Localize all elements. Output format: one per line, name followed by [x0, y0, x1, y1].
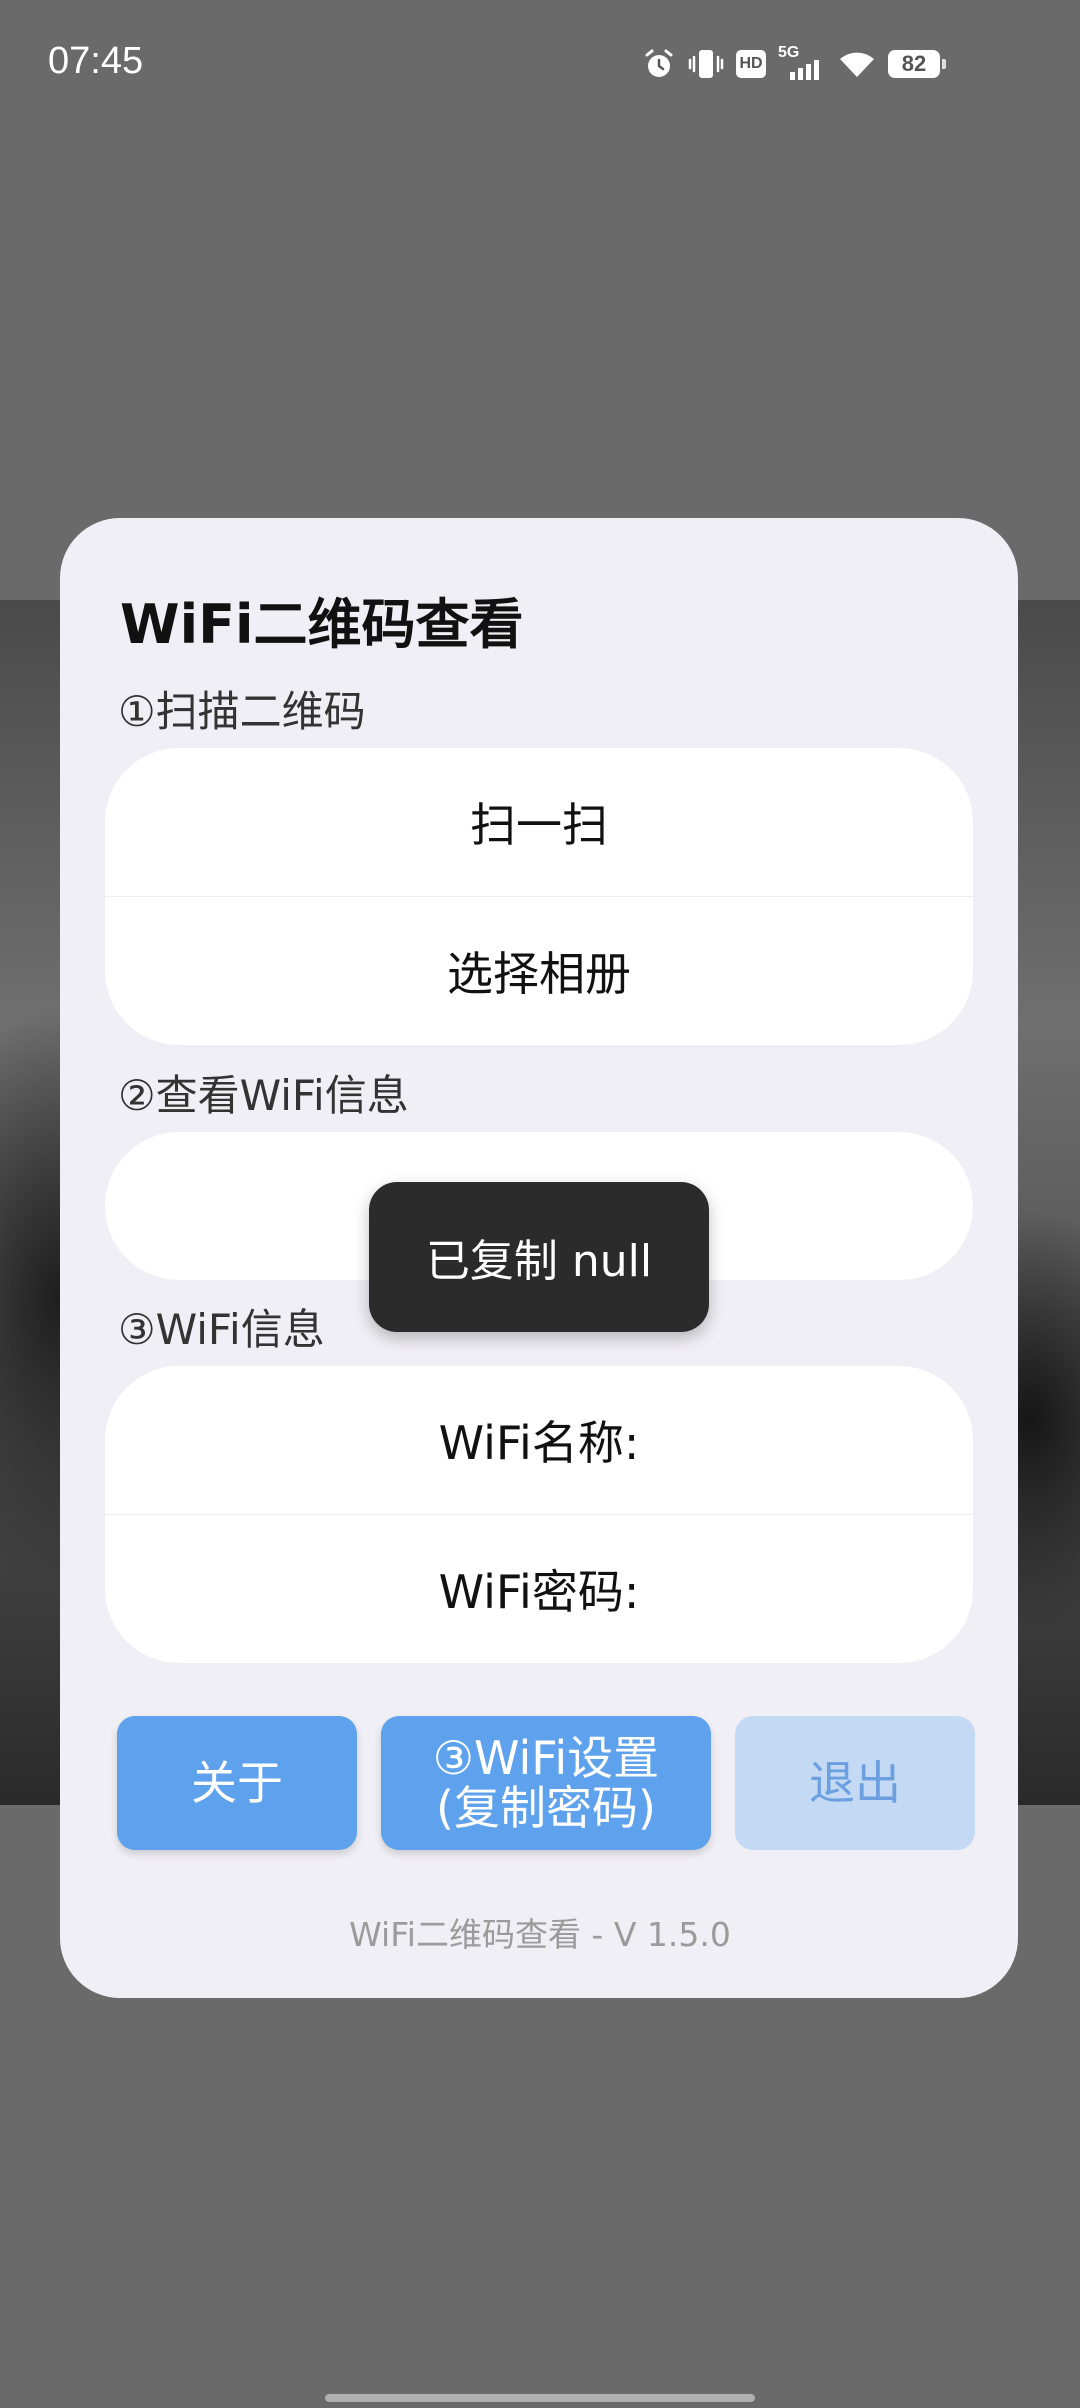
hd-icon: HD	[736, 50, 766, 78]
status-icons: HD 5G 82	[642, 44, 946, 84]
dialog-title: WiFi二维码查看	[120, 593, 524, 656]
choose-album-button[interactable]: 选择相册	[105, 897, 973, 1045]
wifi-password-row[interactable]: WiFi密码:	[105, 1515, 973, 1663]
copied-toast: 已复制 null	[369, 1182, 709, 1332]
scan-section-label: ①扫描二维码	[118, 687, 366, 736]
signal-5g-icon: 5G	[778, 44, 826, 82]
home-indicator[interactable]	[325, 2394, 755, 2402]
wifi-settings-label-line2: (复制密码)	[436, 1781, 656, 1835]
info-section-label: ③WiFi信息	[118, 1305, 325, 1354]
about-button[interactable]: 关于	[117, 1716, 357, 1850]
exit-button[interactable]: 退出	[735, 1716, 975, 1850]
view-section-label: ②查看WiFi信息	[118, 1071, 409, 1120]
battery-icon: 82	[888, 50, 946, 78]
vibrate-icon	[688, 47, 724, 81]
status-bar: 07:45 HD 5G 82	[0, 0, 1080, 130]
wifi-settings-button[interactable]: ③WiFi设置 (复制密码)	[381, 1716, 711, 1850]
status-time: 07:45	[48, 40, 144, 82]
version-footer: WiFi二维码查看 - V 1.5.0	[349, 1915, 731, 1954]
wifi-icon	[838, 49, 876, 79]
alarm-icon	[642, 47, 676, 81]
wifi-settings-label-line1: ③WiFi设置	[432, 1731, 660, 1785]
scan-button[interactable]: 扫一扫	[105, 748, 973, 896]
wifi-name-row[interactable]: WiFi名称:	[105, 1366, 973, 1514]
wifi-info-card: WiFi名称: WiFi密码:	[105, 1366, 973, 1663]
scan-card: 扫一扫 选择相册	[105, 748, 973, 1045]
